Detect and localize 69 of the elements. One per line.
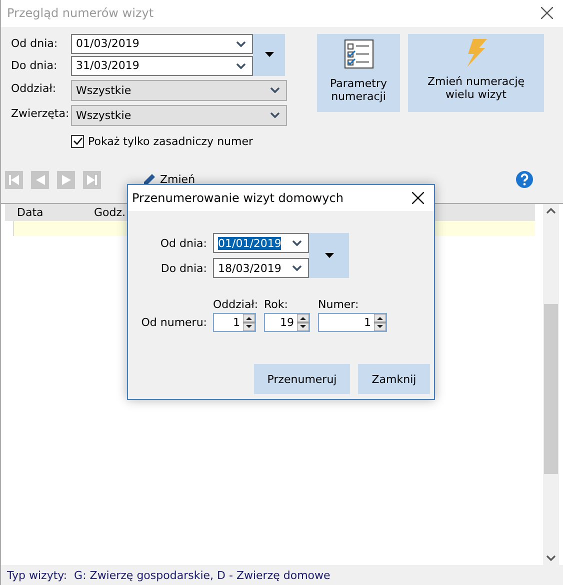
skip-forward-icon xyxy=(87,174,97,184)
date-field[interactable]: 18/03/2019 xyxy=(213,258,309,278)
close-button[interactable]: Zamknij xyxy=(358,364,430,394)
chevron-down-icon xyxy=(236,40,246,47)
date-value: 31/03/2019 xyxy=(76,59,140,72)
action-button[interactable]: Parametry numeracji xyxy=(317,34,400,112)
column-header: Godz. xyxy=(93,206,127,220)
checkbox[interactable] xyxy=(71,134,84,148)
date-range-dropdown[interactable] xyxy=(309,233,349,278)
chevron-up-icon xyxy=(546,208,556,214)
spinner-value: 1 xyxy=(364,316,371,328)
renumber-button[interactable]: Przenumeruj xyxy=(254,364,350,394)
date-field[interactable]: 01/01/2019 xyxy=(213,233,309,253)
animals-dropdown[interactable]: Wszystkie xyxy=(71,104,287,126)
field-label: Zwierzęta: xyxy=(11,106,70,120)
field-label: Od dnia: xyxy=(159,236,208,250)
spin-arrows-icon xyxy=(243,314,255,330)
action-button[interactable]: Zmień numerację wielu wizyt xyxy=(408,34,544,112)
scrollbar-thumb[interactable] xyxy=(544,304,558,474)
field-label: Rok: xyxy=(264,298,289,311)
close-icon[interactable] xyxy=(541,7,553,20)
close-icon[interactable] xyxy=(412,192,424,204)
number-spinner[interactable]: 19 xyxy=(264,312,310,332)
checkmark-icon xyxy=(72,136,82,146)
spin-arrows-icon xyxy=(374,314,386,330)
number-spinner[interactable]: 1 xyxy=(213,312,256,332)
caret-down-icon xyxy=(264,52,274,58)
field-label: Od numeru: xyxy=(140,316,208,328)
spinner-value: 1 xyxy=(233,316,240,328)
next-button[interactable] xyxy=(57,170,75,188)
branch-dropdown[interactable]: Wszystkie xyxy=(71,80,287,101)
first-button[interactable] xyxy=(5,170,23,188)
dropdown-value: Wszystkie xyxy=(76,84,132,97)
window-title: Przegląd numerów wizyt xyxy=(7,6,154,20)
edit-button[interactable]: Zmień xyxy=(143,173,196,186)
help-icon[interactable] xyxy=(516,171,533,188)
date-value: 01/01/2019 xyxy=(218,236,282,250)
field-label: Od dnia: xyxy=(11,37,59,50)
date-field[interactable]: 31/03/2019 xyxy=(71,56,253,76)
field-label: Do dnia: xyxy=(160,262,208,274)
date-value: 01/03/2019 xyxy=(76,37,140,50)
triangle-left-icon xyxy=(36,174,44,184)
last-button[interactable] xyxy=(83,170,101,188)
date-field[interactable]: 01/03/2019 xyxy=(71,34,253,54)
chevron-down-icon xyxy=(546,555,556,562)
date-value: 18/03/2019 xyxy=(218,262,282,274)
column-header: Data xyxy=(16,206,44,220)
field-label: Do dnia: xyxy=(11,59,58,72)
skip-back-icon xyxy=(9,174,19,184)
number-spinner[interactable]: 1 xyxy=(318,312,387,332)
chevron-down-icon xyxy=(292,265,302,271)
checkbox-label: Pokaż tylko zasadniczy numer xyxy=(88,134,254,148)
triangle-right-icon xyxy=(62,174,70,184)
field-label: Numer: xyxy=(318,298,360,311)
chevron-down-icon xyxy=(292,240,302,246)
spin-arrows-icon xyxy=(297,314,309,330)
field-label: Oddział: xyxy=(11,82,58,95)
status-text: Typ wizyty: G: Zwierzę gospodarskie, D - Zwierzę domowe xyxy=(7,568,330,582)
date-range-dropdown[interactable] xyxy=(253,34,285,76)
chevron-down-icon xyxy=(236,62,246,69)
dialog-title: Przenumerowanie wizyt domowych xyxy=(132,191,344,205)
chevron-down-icon xyxy=(270,87,280,94)
previous-button[interactable] xyxy=(31,170,49,188)
checklist-icon xyxy=(344,38,374,69)
chevron-down-icon xyxy=(270,112,280,118)
caret-down-icon xyxy=(324,253,334,258)
field-label: Oddział: xyxy=(213,298,260,311)
spinner-value: 19 xyxy=(280,316,294,328)
dropdown-value: Wszystkie xyxy=(76,108,132,122)
